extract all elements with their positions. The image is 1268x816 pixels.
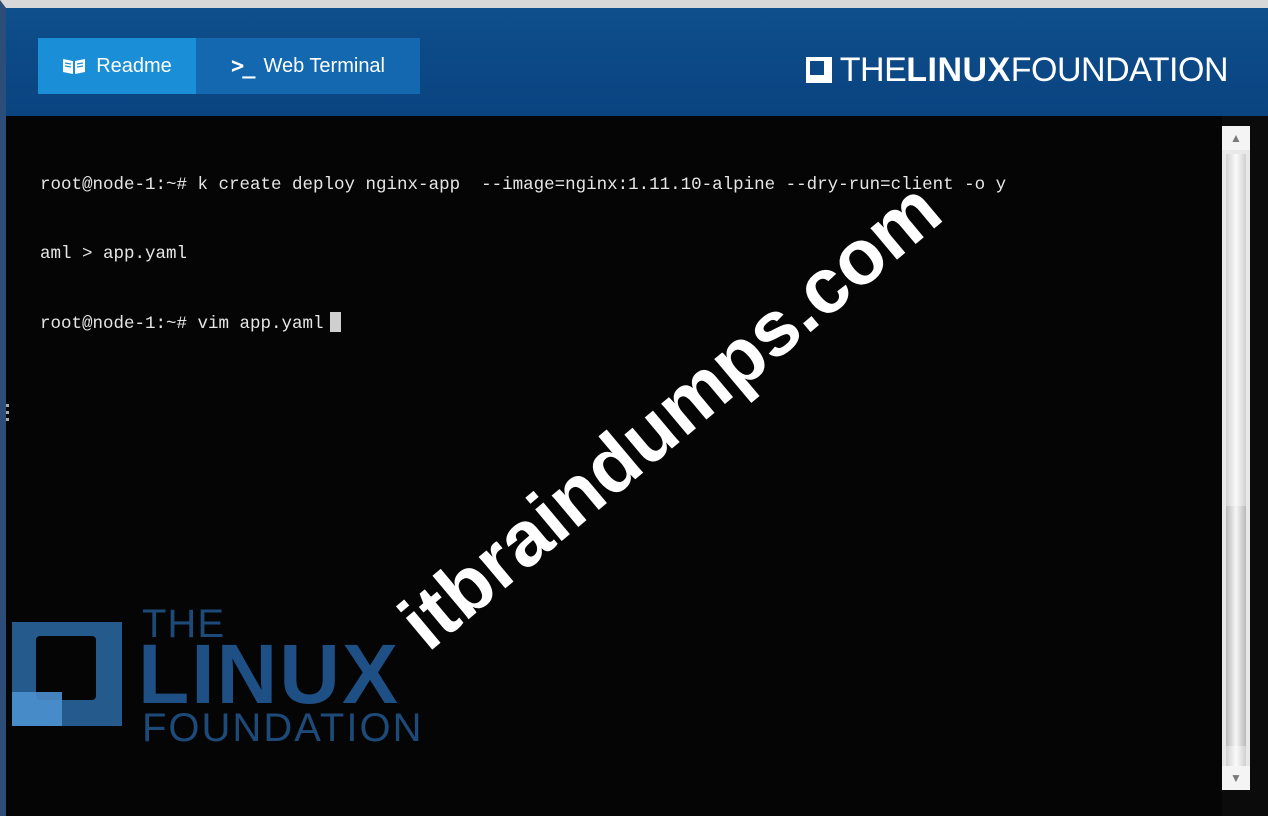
terminal-scrollbar[interactable]: ▲ ▼ [1222,126,1250,790]
background-logo-foundation: FOUNDATION [142,706,424,750]
scroll-thumb[interactable] [1226,506,1246,746]
arrow-down-icon: ▼ [1230,771,1242,785]
tab-web-terminal[interactable]: >_ Web Terminal [196,38,420,94]
terminal-line: root@node-1:~# vim app.yaml [40,314,324,334]
tab-web-terminal-label: Web Terminal [263,54,386,77]
tab-readme-label: Readme [96,54,172,77]
terminal-cursor [329,312,341,332]
brand-linux: LINUX [906,50,1011,89]
terminal-line-current: root@node-1:~# vim app.yaml [40,312,1006,336]
brand-foundation: FOUNDATION [1010,50,1229,89]
linux-foundation-logo: THE LINUX FOUNDATION [805,50,1229,90]
tab-readme[interactable]: Readme [38,38,196,94]
book-icon [62,57,86,75]
logo-square-icon [805,57,832,83]
terminal-line: root@node-1:~# k create deploy nginx-app… [40,175,1007,195]
terminal-prompt-icon: >_ [230,53,255,79]
resize-handle[interactable] [6,404,9,428]
brand-the: THE [839,50,907,89]
arrow-up-icon: ▲ [1230,131,1242,145]
scroll-up-button[interactable]: ▲ [1222,126,1250,150]
header-bar: Readme >_ Web Terminal THE LINUX FOUNDAT… [6,8,1268,116]
background-logo-linux: LINUX [138,627,400,721]
scroll-down-button[interactable]: ▼ [1222,766,1250,790]
tab-bar: Readme >_ Web Terminal [38,38,420,94]
